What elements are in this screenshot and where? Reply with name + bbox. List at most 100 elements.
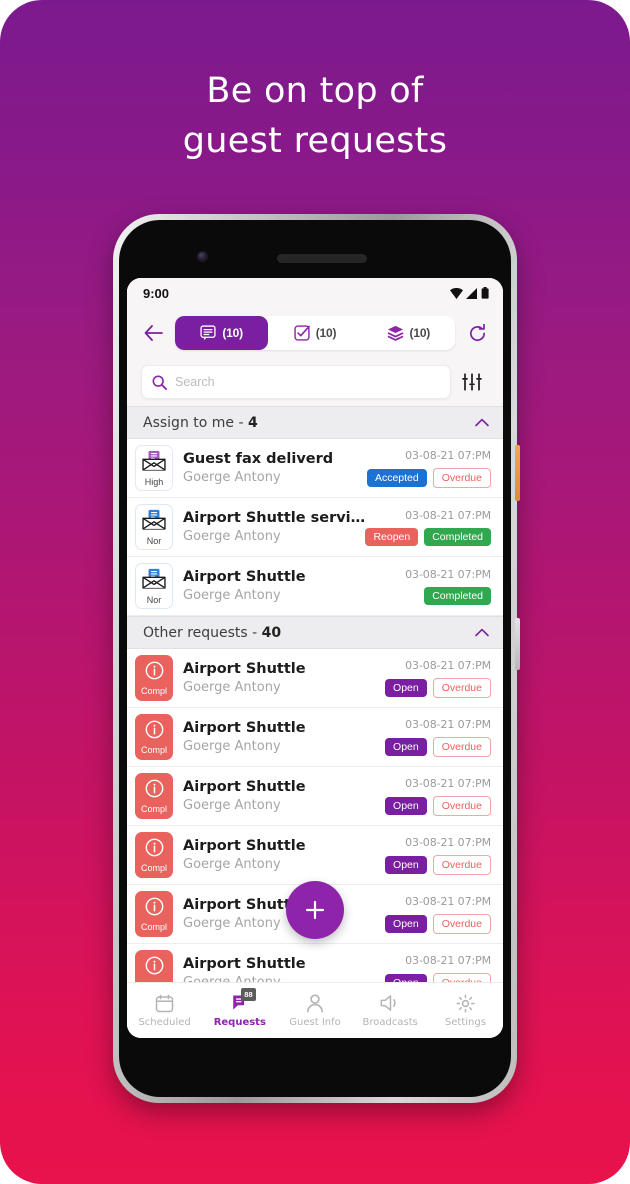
request-meta: 03-08-21 07:PM Completed	[405, 568, 491, 605]
nav-item-label: Broadcasts	[362, 1017, 418, 1028]
request-guest-name: Goerge Antony	[183, 975, 385, 982]
status-badge-group: Open Overdue	[385, 736, 491, 757]
request-text: Airport Shuttle Goerge Antony	[183, 569, 405, 603]
request-list[interactable]: Assign to me - 4 High Guest fax deliverd Go…	[127, 406, 503, 982]
status-badge[interactable]: Overdue	[432, 677, 491, 698]
calendar-icon	[155, 993, 174, 1013]
group-collapse-toggle[interactable]	[475, 414, 489, 432]
nav-item-broadcasts[interactable]: Broadcasts	[353, 983, 428, 1039]
group-header[interactable]: Assign to me - 4	[127, 406, 503, 439]
info-circle-icon	[145, 779, 163, 797]
tab-layers[interactable]: (10)	[362, 316, 455, 350]
info-circle-icon	[145, 720, 163, 738]
search-input[interactable]	[175, 375, 440, 389]
info-circle-icon	[145, 838, 163, 856]
request-meta: 03-08-21 07:PM Open Overdue	[385, 836, 491, 875]
request-row[interactable]: Nor Airport Shuttle service Goerge Antony 0…	[127, 498, 503, 557]
search-icon	[152, 375, 167, 390]
tab-tasks-count: (10)	[315, 326, 337, 340]
status-badge[interactable]: Open	[385, 914, 427, 933]
status-badge[interactable]: Open	[385, 855, 427, 874]
search-row	[127, 358, 503, 406]
earpiece-speaker	[277, 254, 367, 263]
battery-icon	[481, 287, 489, 299]
request-meta: 03-08-21 07:PM Accepted Overdue	[366, 449, 491, 488]
status-badge[interactable]: Completed	[424, 527, 491, 546]
status-badge[interactable]: Overdue	[432, 467, 491, 488]
request-guest-name: Goerge Antony	[183, 857, 281, 872]
nav-item-settings[interactable]: Settings	[428, 983, 503, 1039]
request-row[interactable]: Nor Airport Shuttle Goerge Antony 03-08-21 …	[127, 557, 503, 616]
request-row[interactable]: ComplAirport ShuttleGoerge Antony03-08-2…	[127, 767, 503, 826]
request-row[interactable]: ComplAirport ShuttleGoerge Antony03-08-2…	[127, 708, 503, 767]
back-button[interactable]	[139, 325, 167, 341]
power-button[interactable]	[515, 445, 520, 501]
priority-glyph	[145, 956, 164, 980]
request-row[interactable]: ComplAirport ShuttleGoerge Antony03-08-2…	[127, 649, 503, 708]
status-icons	[450, 287, 489, 299]
app-root: 9:00 (10) (10) (10) Search Assign to me …	[127, 278, 503, 1038]
request-timestamp: 03-08-21 07:PM	[405, 953, 491, 967]
status-badge[interactable]: Open	[385, 973, 427, 982]
status-badge[interactable]: Reopen	[365, 527, 419, 546]
request-timestamp: 03-08-21 07:PM	[405, 835, 491, 849]
request-meta: 03-08-21 07:PM Open Overdue	[385, 718, 491, 757]
message-icon	[200, 325, 216, 341]
request-title: Airport Shuttle	[183, 779, 306, 795]
request-row[interactable]: High Guest fax deliverd Goerge Antony 03-08…	[127, 439, 503, 498]
status-badge[interactable]: Overdue	[432, 854, 491, 875]
group-header-label: Assign to me - 4	[143, 414, 258, 431]
status-badge[interactable]: Open	[385, 737, 427, 756]
request-text: Airport Shuttle Goerge Antony	[183, 779, 385, 813]
nav-item-requests[interactable]: 88 Requests	[202, 983, 277, 1039]
speaker-icon	[380, 995, 396, 1011]
status-badge[interactable]: Accepted	[366, 468, 427, 487]
status-badge[interactable]: Overdue	[432, 795, 491, 816]
volume-button[interactable]	[515, 618, 520, 670]
priority-glyph	[145, 779, 164, 803]
request-title: Airport Shuttle service	[183, 510, 366, 526]
status-badge[interactable]: Open	[385, 796, 427, 815]
status-time: 9:00	[143, 285, 170, 301]
priority-indicator: Compl	[135, 655, 173, 701]
person-icon	[306, 993, 324, 1013]
tab-messages[interactable]: (10)	[175, 316, 269, 350]
add-request-fab[interactable]	[286, 881, 344, 939]
request-guest-name: Goerge Antony	[183, 739, 281, 754]
tab-tasks[interactable]: (10)	[268, 316, 361, 350]
status-badge[interactable]: Overdue	[432, 736, 491, 757]
priority-label: Compl	[140, 921, 167, 932]
group-header[interactable]: Other requests - 40	[127, 616, 503, 649]
task-check-icon	[294, 325, 310, 341]
speaker-icon	[380, 993, 400, 1013]
request-timestamp: 03-08-21 07:PM	[405, 567, 491, 581]
group-collapse-toggle[interactable]	[475, 624, 489, 642]
search-box[interactable]	[141, 365, 451, 399]
priority-glyph	[145, 838, 164, 862]
nav-item-guest-info[interactable]: Guest Info	[277, 983, 352, 1039]
request-meta: 03-08-21 07:PM Open Overdue	[385, 659, 491, 698]
request-text: Airport Shuttle Goerge Antony	[183, 661, 385, 695]
request-title: Airport Shuttle	[183, 956, 306, 972]
status-badge[interactable]: Open	[385, 678, 427, 697]
segmented-tabs: (10) (10) (10)	[175, 316, 455, 350]
envelope-document-icon	[142, 568, 166, 589]
status-badge[interactable]: Overdue	[432, 972, 491, 982]
priority-label: Nor	[146, 535, 162, 546]
info-circle-icon	[145, 897, 163, 915]
request-row[interactable]: ComplAirport ShuttleGoerge Antony03-08-2…	[127, 944, 503, 982]
phone-screen: 9:00 (10) (10) (10) Search Assign to me …	[127, 278, 503, 1038]
phone-mockup: 9:00 (10) (10) (10) Search Assign to me …	[113, 214, 520, 1103]
filter-button[interactable]	[455, 372, 489, 392]
refresh-button[interactable]	[463, 323, 491, 343]
chevron-up-icon	[475, 628, 489, 636]
request-title: Airport Shuttle	[183, 838, 306, 854]
request-guest-name: Goerge Antony	[183, 680, 281, 695]
priority-indicator: Compl	[135, 832, 173, 878]
status-badge-group: Accepted Overdue	[366, 467, 491, 488]
priority-label: Compl	[140, 862, 167, 873]
nav-item-scheduled[interactable]: Scheduled	[127, 983, 202, 1039]
status-badge[interactable]: Completed	[424, 586, 491, 605]
status-badge[interactable]: Overdue	[432, 913, 491, 934]
request-row[interactable]: Compl Airport Shuttle Goerge Antony 03-08-2…	[127, 826, 503, 885]
